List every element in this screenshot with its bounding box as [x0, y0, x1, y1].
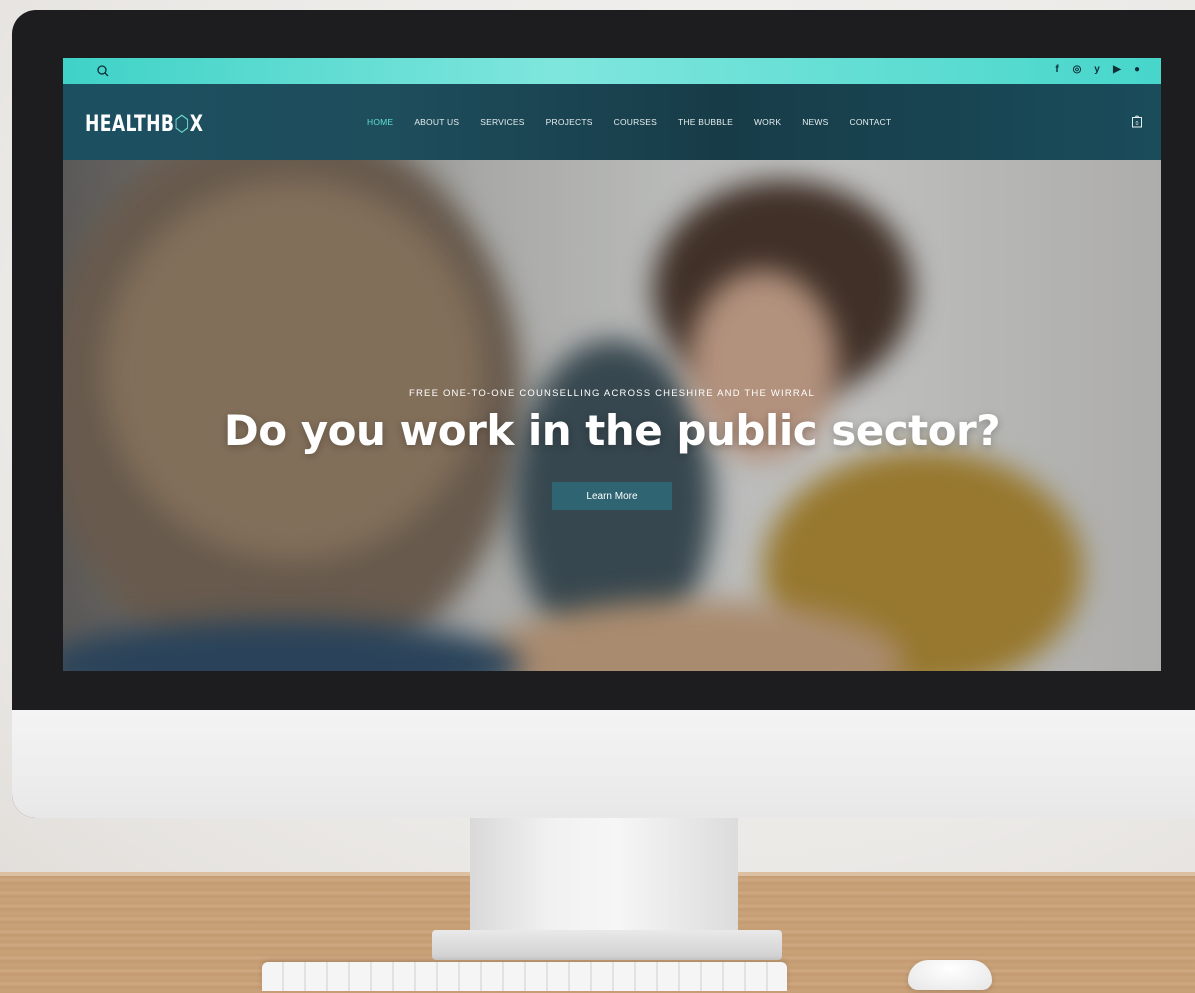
nav-item-about-us[interactable]: ABOUT US [414, 117, 459, 127]
nav-item-projects[interactable]: PROJECTS [546, 117, 593, 127]
logo-box-icon: ⬡ [174, 112, 190, 137]
social-links: f ◎ y ▶ ● [1051, 64, 1143, 76]
nav-item-news[interactable]: NEWS [802, 117, 828, 127]
cart-count: 0 [1136, 121, 1139, 127]
monitor-chin [12, 710, 1195, 818]
spotify-icon[interactable]: ● [1131, 64, 1143, 76]
hero-title: Do you work in the public sector? [223, 406, 1001, 455]
nav-item-contact[interactable]: CONTACT [850, 117, 892, 127]
cart-icon[interactable]: 0 [1131, 114, 1143, 128]
nav-item-home[interactable]: HOME [367, 117, 393, 127]
nav-item-work[interactable]: WORK [754, 117, 781, 127]
top-bar: f ◎ y ▶ ● [63, 58, 1161, 84]
logo-text-prefix: HEALTHB [85, 112, 175, 137]
nav-item-services[interactable]: SERVICES [480, 117, 524, 127]
nav-item-the-bubble[interactable]: THE BUBBLE [678, 117, 733, 127]
hero-section: FREE ONE-TO-ONE COUNSELLING ACROSS CHESH… [63, 160, 1161, 671]
main-nav: HOME ABOUT US SERVICES PROJECTS COURSES … [367, 117, 912, 127]
logo-text-suffix: X [189, 112, 204, 137]
navigation-bar: HEALTHB⬡X HOME ABOUT US SERVICES PROJECT… [63, 84, 1161, 160]
youtube-icon[interactable]: ▶ [1111, 64, 1123, 76]
website-screen: f ◎ y ▶ ● HEALTHB⬡X HOME ABOUT US SERVIC… [63, 58, 1161, 671]
hero-subtitle: FREE ONE-TO-ONE COUNSELLING ACROSS CHESH… [408, 388, 816, 399]
monitor-stand-base [432, 930, 782, 960]
site-logo[interactable]: HEALTHB⬡X [85, 112, 203, 137]
nav-item-courses[interactable]: COURSES [614, 117, 657, 127]
facebook-icon[interactable]: f [1051, 64, 1063, 76]
search-icon[interactable] [96, 64, 110, 78]
twitter-icon[interactable]: y [1091, 64, 1103, 76]
mouse [908, 960, 992, 990]
monitor-stand-neck [470, 818, 738, 938]
keyboard [262, 962, 787, 991]
instagram-icon[interactable]: ◎ [1071, 64, 1083, 76]
learn-more-button[interactable]: Learn More [552, 482, 672, 510]
